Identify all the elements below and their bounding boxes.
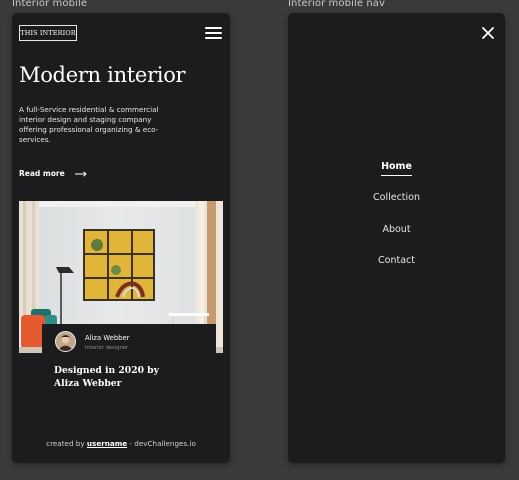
hamburger-menu-icon[interactable] — [205, 27, 222, 39]
site-logo[interactable]: THIS INTERIOR — [19, 25, 77, 41]
nav-item-about[interactable]: About — [288, 224, 505, 255]
username-link[interactable]: username — [87, 439, 127, 448]
designer-card: Aliza Webber Interior designer Designed … — [42, 324, 216, 402]
footer-suffix: - devChallenges.io — [129, 439, 196, 448]
arrow-right-icon — [74, 170, 87, 177]
footer-prefix: created by — [46, 439, 85, 448]
nav-item-home[interactable]: Home — [288, 161, 505, 192]
author-role: Interior designer — [85, 345, 129, 351]
hero-description: A full-Service residential & commercial … — [19, 105, 159, 144]
nav-menu: Home Collection About Contact — [288, 161, 505, 286]
nav-item-label: Collection — [373, 192, 420, 204]
close-icon[interactable] — [482, 27, 494, 39]
nav-item-label: About — [382, 223, 411, 235]
read-more-link[interactable]: Read more — [19, 169, 87, 178]
read-more-label: Read more — [19, 169, 65, 178]
mobile-page-frame: THIS INTERIOR Modern interior A full-Ser… — [12, 13, 230, 463]
footer: created by username - devChallenges.io — [12, 439, 230, 448]
card-title: Designed in 2020 by Aliza Webber — [54, 365, 159, 389]
page-title: Modern interior — [19, 63, 186, 87]
frame-label-mobile: Interior mobile — [12, 0, 88, 9]
nav-item-label: Home — [381, 161, 412, 176]
mobile-nav-frame: Home Collection About Contact — [288, 13, 505, 463]
nav-item-label: Contact — [378, 254, 415, 266]
nav-item-contact[interactable]: Contact — [288, 255, 505, 286]
frame-label-nav: Interior mobile nav — [288, 0, 386, 9]
avatar — [55, 331, 76, 352]
author-name: Aliza Webber — [85, 334, 130, 342]
nav-item-collection[interactable]: Collection — [288, 192, 505, 223]
